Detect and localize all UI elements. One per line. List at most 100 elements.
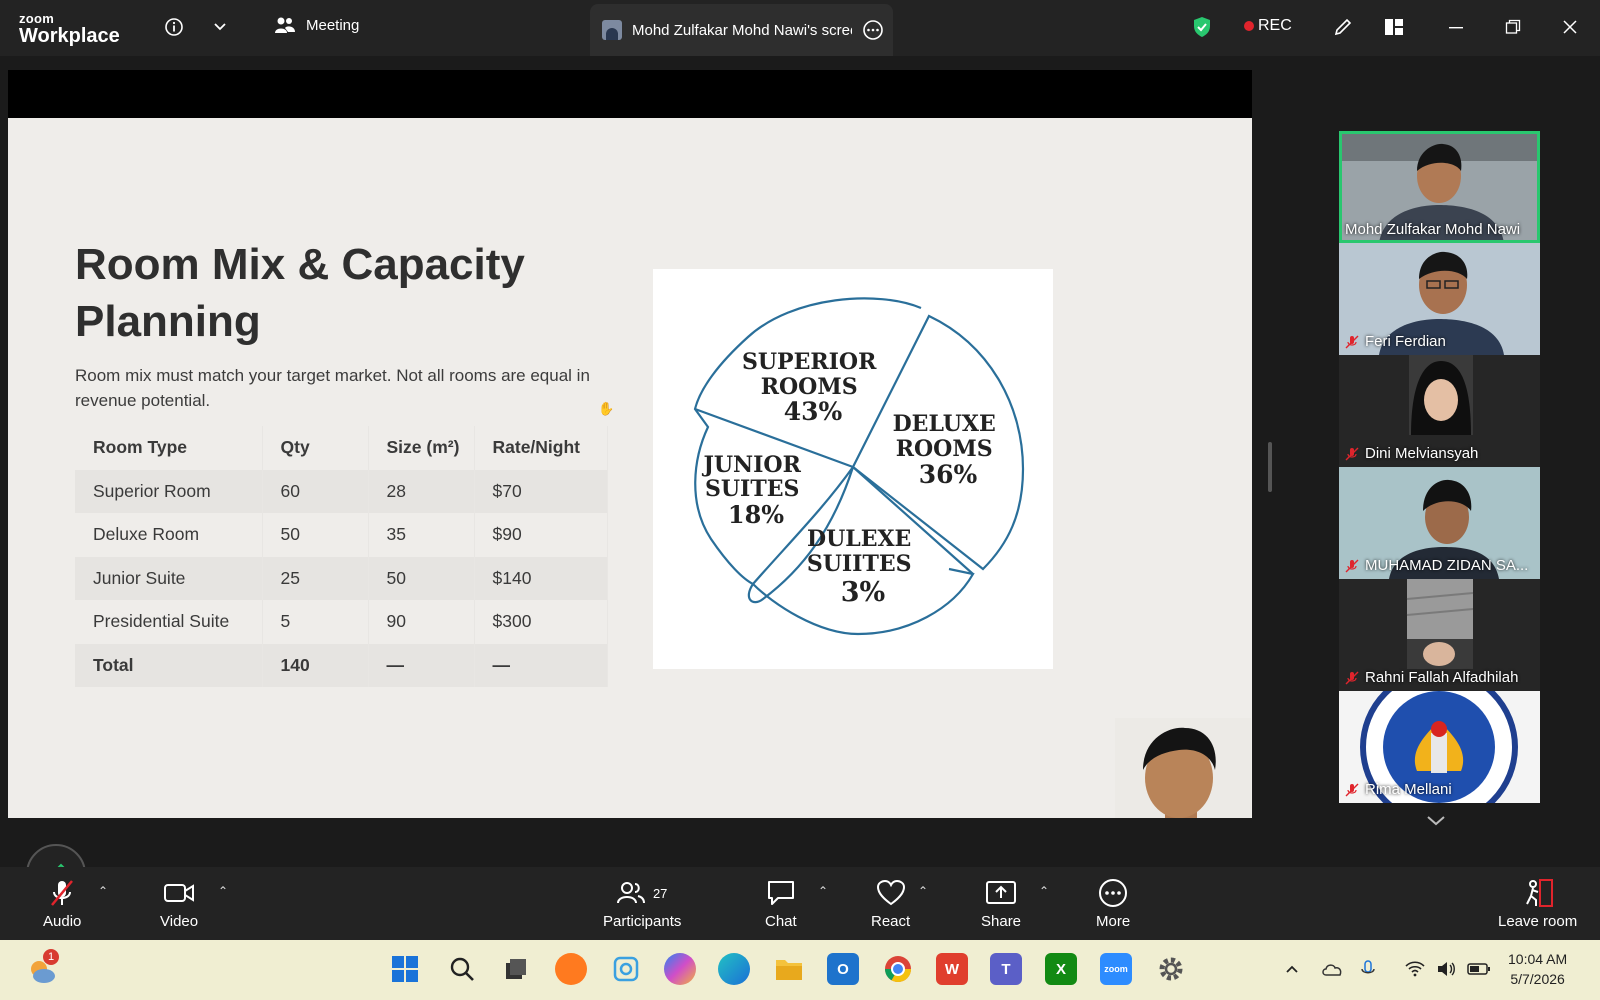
chat-options-caret-icon[interactable]: ⌃ bbox=[818, 884, 828, 898]
participant-tile[interactable]: MUHAMAD ZIDAN SA... bbox=[1339, 467, 1540, 579]
people-icon bbox=[275, 17, 295, 33]
share-screen-icon bbox=[986, 881, 1017, 904]
outlook-icon[interactable]: O bbox=[827, 953, 859, 985]
participant-name-label: Dini Melviansyah bbox=[1345, 445, 1478, 462]
task-view-icon[interactable] bbox=[500, 953, 532, 985]
audio-button[interactable]: Audio bbox=[43, 877, 81, 930]
more-button[interactable]: More bbox=[1096, 877, 1130, 930]
column-header: Room Type bbox=[75, 426, 263, 470]
participant-name: Rahni Fallah Alfadhilah bbox=[1365, 669, 1519, 686]
clock-date: 5/7/2026 bbox=[1510, 971, 1565, 987]
video-options-caret-icon[interactable]: ⌃ bbox=[218, 884, 228, 898]
resize-handle[interactable] bbox=[1268, 442, 1272, 492]
share-options-caret-icon[interactable]: ⌃ bbox=[1039, 884, 1049, 898]
pie-label-dulexe: DULEXE SUIITES 3% bbox=[807, 526, 919, 608]
participant-name-label: Rima Mellani bbox=[1345, 781, 1452, 798]
chat-icon bbox=[767, 881, 794, 905]
table-cell: 50 bbox=[262, 513, 369, 557]
minimize-icon[interactable] bbox=[1443, 14, 1469, 40]
battery-icon[interactable] bbox=[1465, 953, 1493, 985]
pie-label-text: 3% bbox=[841, 577, 885, 608]
participant-tile[interactable]: Dini Melviansyah bbox=[1339, 355, 1540, 467]
participant-tile[interactable]: Feri Ferdian bbox=[1339, 243, 1540, 355]
windows-taskbar: 1 O W T X zoom 10:04 AM 5/7/2026 bbox=[0, 940, 1600, 1000]
pie-label-deluxe: DELUXE ROOMS 36% bbox=[893, 411, 1004, 489]
presenter-camera-overlay[interactable] bbox=[1115, 718, 1251, 818]
participant-name: Rima Mellani bbox=[1365, 781, 1452, 798]
table-header-row: Room Type Qty Size (m²) Rate/Night bbox=[75, 426, 608, 470]
view-layout-icon[interactable] bbox=[1381, 14, 1407, 40]
chevron-up-icon[interactable] bbox=[1282, 953, 1302, 985]
participant-tile[interactable]: Mohd Zulfakar Mohd Nawi bbox=[1339, 131, 1540, 243]
security-shield-icon[interactable] bbox=[1189, 14, 1215, 40]
table-cell: 140 bbox=[262, 643, 369, 687]
system-clock[interactable]: 10:04 AM 5/7/2026 bbox=[1508, 949, 1567, 989]
meeting-label: Meeting bbox=[306, 16, 360, 34]
file-explorer-icon[interactable] bbox=[773, 953, 805, 985]
meeting-toolbar: Audio ⌃ Video ⌃ 27 Participants Chat ⌃ R… bbox=[0, 867, 1600, 940]
pie-chart-card: SUPERIOR ROOMS 43% DELUXE ROOMS 36% JUNI… bbox=[653, 269, 1053, 669]
info-icon[interactable] bbox=[161, 14, 187, 40]
table-total-row: Total 140 — — bbox=[75, 643, 608, 687]
table-cell: $70 bbox=[474, 469, 608, 513]
xbox-icon[interactable]: X bbox=[1045, 953, 1077, 985]
mic-muted-icon bbox=[1345, 671, 1359, 684]
pie-label-text: DELUXE bbox=[893, 411, 996, 437]
more-options-icon[interactable] bbox=[862, 19, 884, 41]
participant-tile[interactable]: Rima Mellani bbox=[1339, 691, 1540, 803]
windows-start-icon[interactable] bbox=[389, 953, 421, 985]
pie-label-junior: JUNIOR SUITES 18% bbox=[701, 452, 808, 529]
react-button[interactable]: React bbox=[871, 877, 910, 930]
react-options-caret-icon[interactable]: ⌃ bbox=[918, 884, 928, 898]
mic-muted-icon bbox=[51, 880, 74, 906]
wifi-icon[interactable] bbox=[1403, 953, 1427, 985]
chevron-down-icon[interactable] bbox=[207, 14, 233, 40]
restore-icon[interactable] bbox=[1500, 14, 1526, 40]
pencil-icon[interactable] bbox=[1330, 14, 1356, 40]
audio-options-caret-icon[interactable]: ⌃ bbox=[98, 884, 108, 898]
chat-button[interactable]: Chat bbox=[765, 877, 797, 930]
participants-count: 27 bbox=[652, 885, 668, 901]
share-button[interactable]: Share bbox=[981, 877, 1021, 930]
wps-office-icon[interactable]: W bbox=[936, 953, 968, 985]
mic-activity-icon[interactable] bbox=[1356, 953, 1380, 985]
firefox-icon[interactable] bbox=[555, 953, 587, 985]
search-icon[interactable] bbox=[446, 953, 478, 985]
chevron-down-icon bbox=[1427, 816, 1445, 826]
leave-room-button[interactable]: Leave room bbox=[1498, 877, 1577, 930]
react-label: React bbox=[871, 913, 911, 930]
screen-share-tab[interactable]: Mohd Zulfakar Mohd Nawi's screen bbox=[590, 4, 893, 56]
copilot-icon[interactable] bbox=[664, 953, 696, 985]
lens-app-icon[interactable] bbox=[610, 953, 642, 985]
participants-button[interactable]: 27 Participants bbox=[603, 877, 681, 930]
mic-muted-icon bbox=[1345, 447, 1359, 460]
close-icon[interactable] bbox=[1557, 14, 1583, 40]
table-cell: $90 bbox=[474, 513, 608, 557]
presentation-slide: Room Mix & Capacity Planning Room mix mu… bbox=[8, 118, 1252, 818]
video-button[interactable]: Video bbox=[160, 877, 198, 930]
participant-tile[interactable]: Rahni Fallah Alfadhilah bbox=[1339, 579, 1540, 691]
table-cell: Deluxe Room bbox=[75, 513, 263, 557]
leave-icon bbox=[1525, 879, 1553, 907]
pie-label-text: ROOMS bbox=[896, 436, 993, 462]
table-cell: Junior Suite bbox=[75, 556, 263, 600]
participant-name-label: Mohd Zulfakar Mohd Nawi bbox=[1345, 221, 1520, 238]
table-cell: 60 bbox=[262, 469, 369, 513]
edge-icon[interactable] bbox=[718, 953, 750, 985]
volume-icon[interactable] bbox=[1434, 953, 1458, 985]
zoom-app-icon[interactable]: zoom bbox=[1100, 953, 1132, 985]
video-label: Video bbox=[160, 913, 199, 930]
meeting-tab[interactable]: Meeting bbox=[274, 16, 359, 34]
weather-widget[interactable]: 1 bbox=[26, 949, 59, 986]
notification-badge: 1 bbox=[43, 949, 59, 965]
participant-gallery: Mohd Zulfakar Mohd Nawi Feri Ferdian Din… bbox=[1262, 56, 1600, 867]
settings-gear-icon[interactable] bbox=[1155, 953, 1187, 985]
teams-icon[interactable]: T bbox=[990, 953, 1022, 985]
mic-muted-icon bbox=[1345, 335, 1359, 348]
recording-indicator[interactable]: REC bbox=[1244, 17, 1292, 35]
onedrive-icon[interactable] bbox=[1320, 953, 1344, 985]
share-label: Share bbox=[981, 913, 1022, 930]
gallery-scroll-down-button[interactable] bbox=[1426, 814, 1446, 832]
table-cell: $300 bbox=[474, 600, 608, 644]
chrome-icon[interactable] bbox=[882, 953, 914, 985]
